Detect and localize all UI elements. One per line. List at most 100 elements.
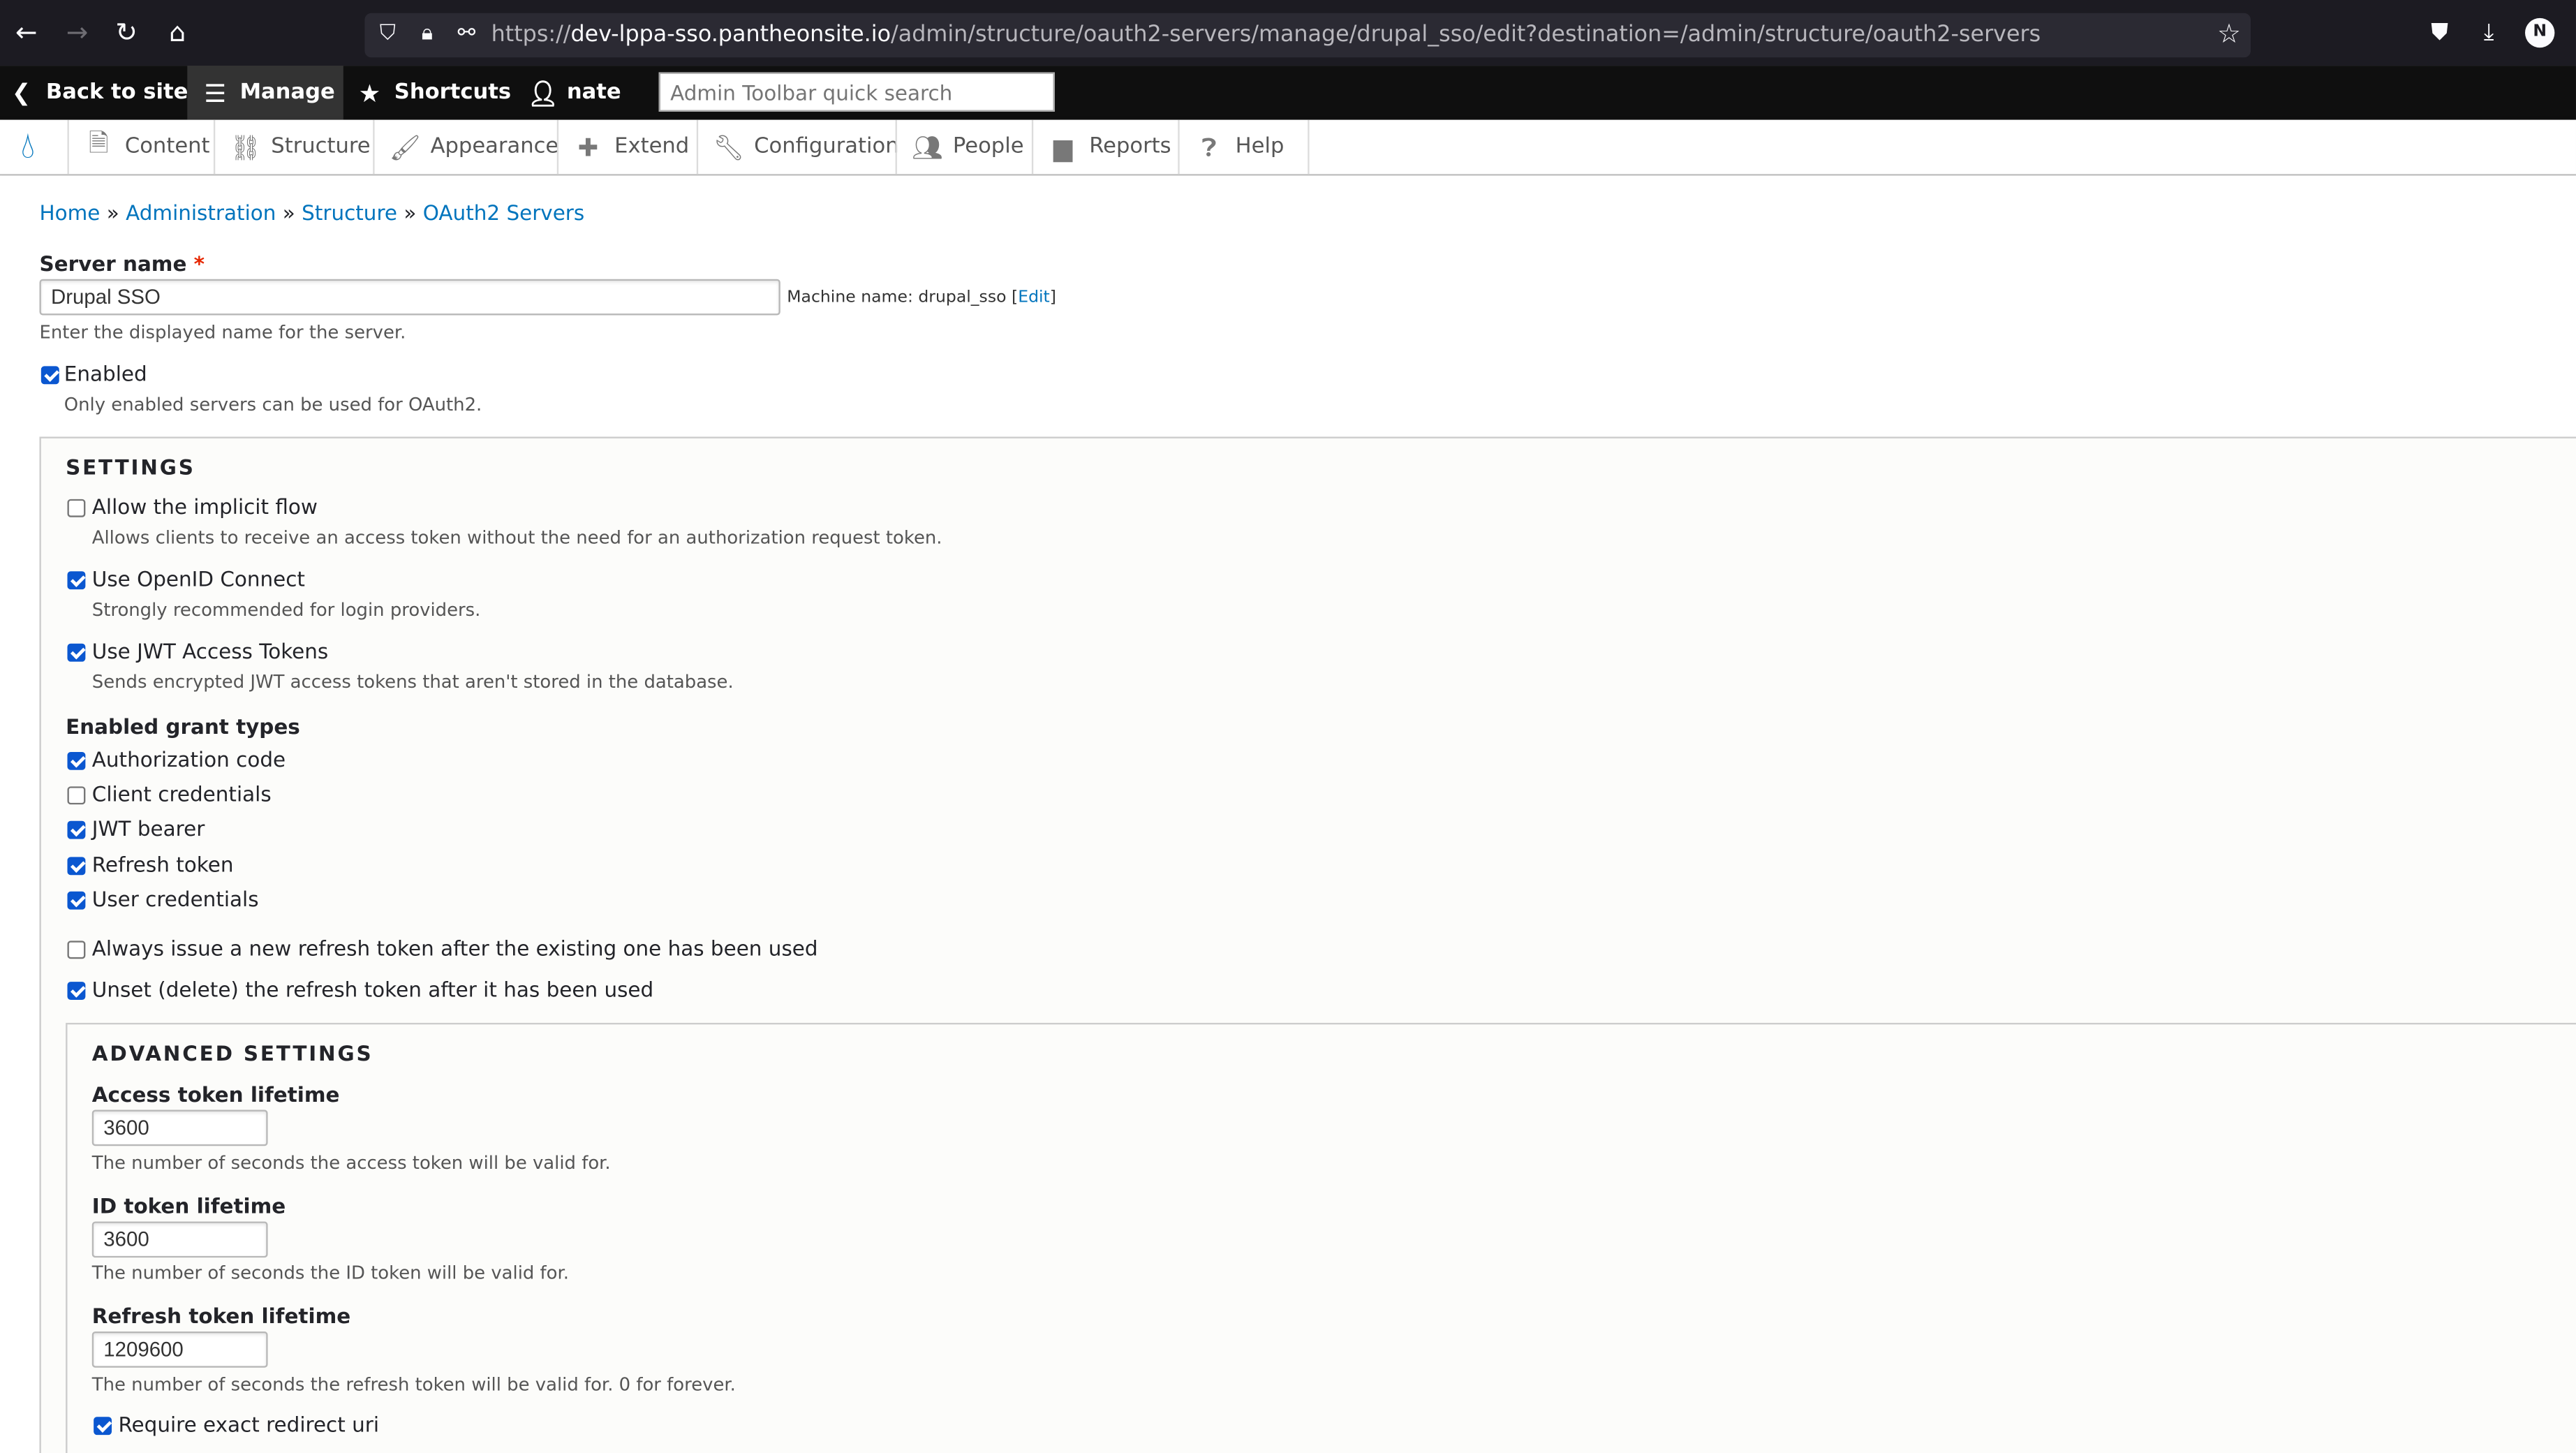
grant-client-credentials-label[interactable]: Client credentials xyxy=(92,781,272,806)
user-label: nate xyxy=(566,80,621,105)
implicit-flow-label[interactable]: Allow the implicit flow xyxy=(92,494,318,519)
jwt-access-tokens-label[interactable]: Use JWT Access Tokens xyxy=(92,639,328,663)
jwt-access-tokens-checkbox[interactable] xyxy=(67,643,86,662)
menu-item-content[interactable]: 🗎 Content xyxy=(67,119,210,175)
url-text[interactable]: https://dev-lppa-sso.pantheonsite.io/adm… xyxy=(491,20,2041,51)
required-marker: * xyxy=(193,251,205,276)
menu-item-appearance[interactable]: 🖌︎ Appearance xyxy=(373,119,558,175)
admin-toolbar-search-input[interactable] xyxy=(658,72,1055,112)
forward-arrow-icon[interactable]: → xyxy=(61,17,94,50)
always-issue-refresh-token-label[interactable]: Always issue a new refresh token after t… xyxy=(92,936,818,960)
require-exact-redirect-uri-checkbox[interactable] xyxy=(94,1417,112,1436)
breadcrumb-administration[interactable]: Administration xyxy=(126,200,276,225)
jwt-access-tokens-description: Sends encrypted JWT access tokens that a… xyxy=(91,671,734,693)
refresh-token-lifetime-label: Refresh token lifetime xyxy=(91,1304,351,1329)
menu-item-structure-label: Structure xyxy=(271,134,371,160)
permissions-icon[interactable]: ⚯ xyxy=(452,20,481,49)
breadcrumb-home[interactable]: Home xyxy=(39,200,100,225)
bookmark-star-icon[interactable]: ☆ xyxy=(2217,18,2241,50)
address-bar[interactable]: ⛉ 🔒︎ ⚯ https://dev-lppa-sso.pantheonsite… xyxy=(364,13,2251,58)
grant-client-credentials-checkbox[interactable] xyxy=(67,786,86,805)
sitemap-icon: ⛓ xyxy=(230,132,262,162)
refresh-token-lifetime-input[interactable] xyxy=(91,1331,268,1368)
breadcrumb-structure[interactable]: Structure xyxy=(302,200,397,225)
drupal-logo-icon[interactable]: 💧︎ xyxy=(6,126,49,169)
id-token-lifetime-description: The number of seconds the ID token will … xyxy=(91,1262,570,1284)
back-to-site-link[interactable]: ❮ Back to site xyxy=(6,66,207,120)
implicit-flow-description: Allows clients to receive an access toke… xyxy=(91,526,942,549)
back-to-site-label: Back to site xyxy=(45,80,188,105)
unset-refresh-token-label[interactable]: Unset (delete) the refresh token after i… xyxy=(92,977,653,1001)
page-content: Home » Administration » Structure » OAut… xyxy=(0,175,2576,1453)
pocket-icon[interactable]: ⛊ xyxy=(2423,17,2456,50)
menu-item-people-label: People xyxy=(952,134,1024,160)
id-token-lifetime-label: ID token lifetime xyxy=(91,1193,286,1218)
server-name-description: Enter the displayed name for the server. xyxy=(39,321,406,344)
paintbrush-icon: 🖌︎ xyxy=(389,132,421,162)
lock-icon[interactable]: 🔒︎ xyxy=(413,20,442,49)
unset-refresh-token-checkbox[interactable] xyxy=(67,982,86,1001)
openid-connect-description: Strongly recommended for login providers… xyxy=(91,599,481,621)
hamburger-icon: ☰ xyxy=(204,78,227,108)
openid-connect-checkbox[interactable] xyxy=(67,571,86,590)
menu-item-people[interactable]: 👥︎ People xyxy=(895,119,1024,175)
server-name-input[interactable] xyxy=(39,279,780,316)
breadcrumb-oauth2-servers[interactable]: OAuth2 Servers xyxy=(423,200,584,225)
menu-item-configuration[interactable]: 🔧︎ Configuration xyxy=(696,119,899,175)
breadcrumb-separator: » xyxy=(282,200,295,226)
back-arrow-icon[interactable]: ← xyxy=(10,17,43,50)
openid-connect-label[interactable]: Use OpenID Connect xyxy=(92,566,305,591)
admin-toolbar: ❮ Back to site ☰ Manage ★ Shortcuts 👤︎ n… xyxy=(0,66,2576,120)
advanced-settings-fieldset: ADVANCED SETTINGS Access token lifetime … xyxy=(66,1022,2576,1453)
implicit-flow-checkbox[interactable] xyxy=(67,499,86,517)
grant-user-credentials-label[interactable]: User credentials xyxy=(92,887,259,911)
home-icon[interactable]: ⌂ xyxy=(161,17,194,50)
breadcrumb-separator: » xyxy=(404,200,417,226)
menu-item-structure[interactable]: ⛓ Structure xyxy=(213,119,371,175)
grant-authorization-code-checkbox[interactable] xyxy=(67,751,86,770)
require-exact-redirect-uri-label[interactable]: Require exact redirect uri xyxy=(118,1412,379,1436)
grant-jwt-bearer-label[interactable]: JWT bearer xyxy=(92,816,205,841)
chevron-left-circle-icon: ❮ xyxy=(11,80,31,106)
id-token-lifetime-input[interactable] xyxy=(91,1221,268,1258)
admin-menu-tray: 💧︎ 🗎 Content ⛓ Structure 🖌︎ Appearance ✚ Ext… xyxy=(0,119,2576,176)
grant-types-label: Enabled grant types xyxy=(66,714,300,739)
enabled-checkbox[interactable] xyxy=(40,366,59,385)
advanced-settings-title: ADVANCED SETTINGS xyxy=(91,1040,373,1066)
enabled-description: Only enabled servers can be used for OAu… xyxy=(64,394,482,415)
manage-label: Manage xyxy=(239,80,335,105)
menu-item-help[interactable]: ❓︎ Help xyxy=(1178,119,1309,175)
user-tab[interactable]: 👤︎ nate xyxy=(527,66,621,120)
enabled-label[interactable]: Enabled xyxy=(64,361,147,385)
user-icon: 👤︎ xyxy=(527,78,559,108)
breadcrumb-separator: » xyxy=(106,200,119,226)
server-name-label: Server name * xyxy=(39,251,205,276)
menu-item-reports-label: Reports xyxy=(1089,134,1171,160)
menu-item-configuration-label: Configuration xyxy=(754,134,899,160)
settings-title: SETTINGS xyxy=(66,455,195,480)
manage-tab[interactable]: ☰ Manage xyxy=(187,66,343,120)
always-issue-refresh-token-checkbox[interactable] xyxy=(67,941,86,959)
grant-authorization-code-label[interactable]: Authorization code xyxy=(92,747,286,772)
grant-refresh-token-checkbox[interactable] xyxy=(67,857,86,876)
puzzle-icon: ✚ xyxy=(577,132,599,162)
machine-name-edit-link[interactable]: Edit xyxy=(1018,289,1050,307)
grant-jwt-bearer-checkbox[interactable] xyxy=(67,820,86,839)
access-token-lifetime-input[interactable] xyxy=(91,1109,268,1146)
shield-icon[interactable]: ⛉ xyxy=(373,20,402,49)
menu-item-help-label: Help xyxy=(1235,134,1285,160)
grant-user-credentials-checkbox[interactable] xyxy=(67,891,86,910)
star-icon: ★ xyxy=(358,78,381,108)
menu-item-extend[interactable]: ✚ Extend xyxy=(556,119,690,175)
download-icon[interactable]: ⤓ xyxy=(2473,17,2505,50)
menu-item-extend-label: Extend xyxy=(614,134,690,160)
profile-avatar[interactable]: N xyxy=(2525,17,2555,48)
shortcuts-tab[interactable]: ★ Shortcuts xyxy=(355,66,511,120)
menu-item-reports[interactable]: ▆ Reports xyxy=(1031,119,1171,175)
access-token-lifetime-label: Access token lifetime xyxy=(91,1082,340,1107)
grant-refresh-token-label[interactable]: Refresh token xyxy=(92,852,234,876)
reload-icon[interactable]: ↻ xyxy=(110,17,143,50)
breadcrumb: Home » Administration » Structure » OAut… xyxy=(39,200,584,225)
machine-name-text: Machine name: drupal_sso xyxy=(787,288,1007,307)
settings-fieldset: SETTINGS Allow the implicit flow Allows … xyxy=(39,436,2576,1453)
